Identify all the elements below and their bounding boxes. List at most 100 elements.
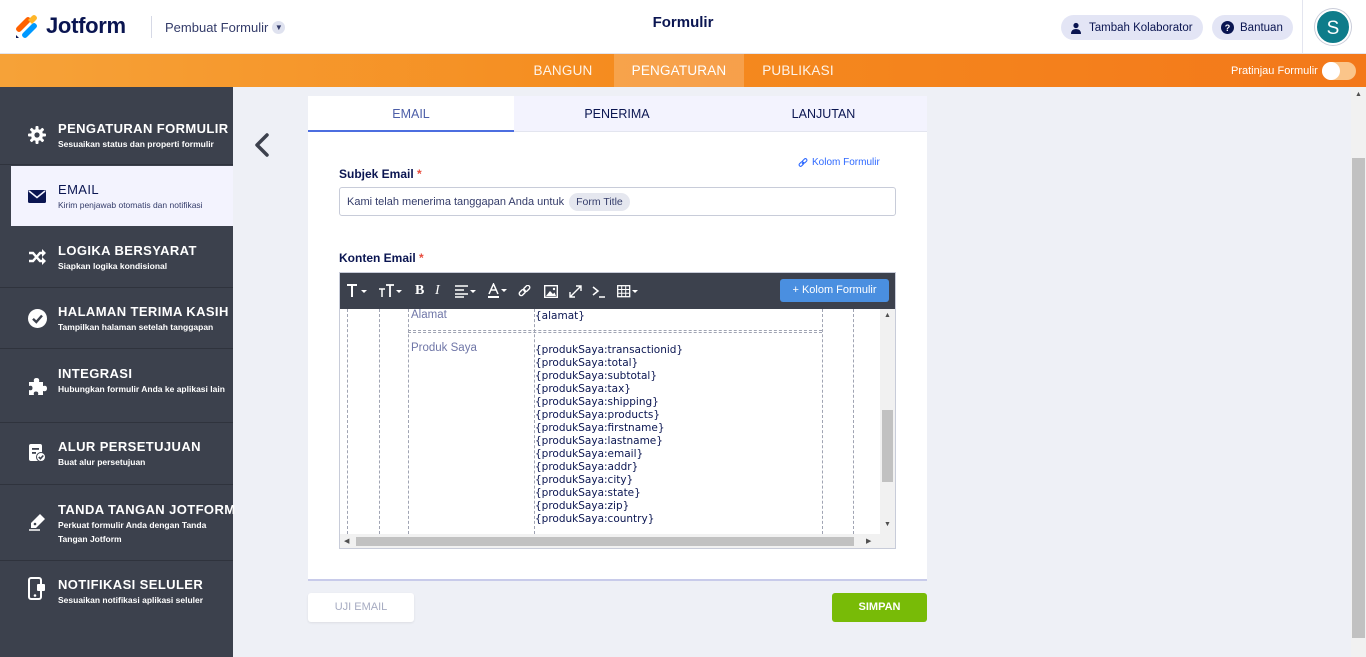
sidebar-item-conditional-logic[interactable]: LOGIKA BERSYARAT Siapkan logika kondisio… [0,227,233,288]
sidebar-item-title: ALUR PERSETUJUAN [58,439,201,454]
field-value: {produkSaya:subtotal} [535,370,658,382]
preview-switch[interactable] [1321,61,1356,80]
tab-advanced[interactable]: LANJUTAN [720,96,927,132]
page-scrollbar[interactable]: ▲ [1351,87,1366,657]
sidebar-item-mobile-notifications[interactable]: NOTIFIKASI SELULER Sesuaikan notifikasi … [0,561,233,623]
required-mark: * [417,167,422,181]
form-preview-label: Pratinjau Formulir [1231,64,1318,77]
form-preview-toggle[interactable]: Pratinjau Formulir [1231,54,1356,87]
sidebar-item-title: EMAIL [58,182,100,197]
tab-build[interactable]: BANGUN [520,54,606,87]
field-value: {produkSaya:lastname} [535,435,663,447]
field-value: {produkSaya:total} [535,357,639,369]
scroll-right-icon[interactable]: ▶ [866,537,871,545]
add-collaborator-button[interactable]: Tambah Kolaborator [1061,15,1203,40]
scroll-left-icon[interactable]: ◀ [344,537,349,545]
header-divider [151,16,152,38]
sidebar-item-desc: Siapkan logika kondisional [58,261,168,271]
scroll-thumb[interactable] [1352,158,1365,638]
editor-vertical-scrollbar[interactable]: ▲ ▼ [880,309,895,534]
scroll-up-icon[interactable]: ▲ [884,312,891,319]
scroll-thumb[interactable] [356,537,854,546]
sidebar-item-jotform-sign[interactable]: TANDA TANGAN JOTFORM Perkuat formulir An… [0,485,235,561]
envelope-icon [27,186,47,206]
builder-dropdown[interactable]: Pembuat Formulir ▼ [165,20,286,35]
content-label: Konten Email * [339,251,424,265]
test-email-button[interactable]: UJI EMAIL [308,593,414,622]
editor-content-area[interactable]: Alamat {alamat} Produk Saya {produkSaya:… [340,309,880,534]
sidebar-item-title: PENGATURAN FORMULIR [58,121,229,136]
scroll-down-icon[interactable]: ▼ [884,521,891,528]
avatar[interactable]: S [1315,9,1351,45]
field-value: {produkSaya:products} [535,409,661,421]
field-value: {produkSaya:country} [535,513,655,525]
brand-name: Jotform [46,13,126,38]
italic-icon[interactable]: I [435,283,440,299]
fullscreen-icon[interactable] [569,283,582,299]
save-button[interactable]: SIMPAN [832,593,927,622]
field-value: {produkSaya:email} [535,448,644,460]
form-title-tag[interactable]: Form Title [569,192,630,211]
subject-label-text: Subjek Email [339,167,414,181]
tab-publish[interactable]: PUBLIKASI [752,54,844,87]
help-button[interactable]: ? Bantuan [1212,15,1293,40]
field-label-products: Produk Saya [411,342,477,354]
settings-sidebar: PENGATURAN FORMULIR Sesuaikan status dan… [0,87,235,657]
field-value: {produkSaya:transactionid} [535,344,684,356]
jotform-logo-icon [16,15,37,38]
font-color-button[interactable] [487,283,509,299]
builder-dropdown-label: Pembuat Formulir [165,20,269,35]
scroll-up-icon[interactable]: ▲ [1355,91,1362,98]
content-label-text: Konten Email [339,251,416,265]
email-settings-panel: EMAIL PENERIMA LANJUTAN Kolom Formulir S… [308,96,927,581]
back-arrow-icon[interactable] [252,133,272,157]
mobile-icon [27,577,47,600]
sidebar-item-title: NOTIFIKASI SELULER [58,577,204,592]
field-value: {produkSaya:firstname} [535,422,665,434]
table-border [853,309,854,534]
sidebar-item-title: HALAMAN TERIMA KASIH [58,304,229,319]
bold-icon[interactable]: B [415,283,424,299]
font-size-button[interactable] [378,283,404,299]
sidebar-item-form-settings[interactable]: PENGATURAN FORMULIR Sesuaikan status dan… [0,87,233,165]
code-icon[interactable] [592,283,606,299]
table-border [347,309,348,534]
tab-email[interactable]: EMAIL [308,96,514,132]
svg-text:?: ? [1224,23,1230,33]
table-border [379,309,380,534]
form-fields-link[interactable]: Kolom Formulir [798,157,880,168]
align-button[interactable] [454,283,478,299]
font-color-icon [488,283,507,298]
user-icon [1069,21,1083,35]
sidebar-item-integrations[interactable]: INTEGRASI Hubungkan formulir Anda ke apl… [0,349,233,423]
sidebar-item-title: LOGIKA BERSYARAT [58,243,197,258]
question-icon: ? [1220,21,1234,35]
sidebar-item-approval-flow[interactable]: ALUR PERSETUJUAN Buat alur persetujuan [0,423,233,485]
scroll-thumb[interactable] [882,410,893,482]
sidebar-item-desc: Hubungkan formulir Anda ke aplikasi lain [58,384,225,394]
tab-settings[interactable]: PENGATURAN [614,54,744,87]
insert-form-field-button[interactable]: + Kolom Formulir [780,279,889,302]
table-button[interactable] [617,283,639,299]
sidebar-item-desc: Sesuaikan notifikasi aplikasi seluler [58,595,204,605]
font-family-button[interactable] [346,283,370,299]
sidebar-item-email[interactable]: EMAIL Kirim penjawab otomatis dan notifi… [11,166,233,226]
image-icon[interactable] [544,283,558,299]
top-header: Jotform Pembuat Formulir ▼ Formulir Tamb… [0,0,1366,54]
jotform-logo[interactable]: Jotform [14,13,126,39]
sidebar-item-desc: Buat alur persetujuan [58,457,146,467]
email-subject-input[interactable]: Kami telah menerima tanggapan Anda untuk… [339,187,896,216]
font-icon [347,284,367,297]
sidebar-item-title: INTEGRASI [58,366,133,381]
editor-horizontal-scrollbar[interactable]: ◀ ▶ [340,534,895,548]
field-value: {produkSaya:zip} [535,500,630,512]
tab-recipients[interactable]: PENERIMA [514,96,720,132]
sidebar-item-thank-you-page[interactable]: HALAMAN TERIMA KASIH Tampilkan halaman s… [0,288,233,349]
table-border [408,309,409,534]
field-value: {produkSaya:city} [535,474,634,486]
gear-icon [27,125,47,145]
form-fields-link-label: Kolom Formulir [812,157,880,168]
link-icon[interactable] [518,283,531,299]
panel-tabs: EMAIL PENERIMA LANJUTAN [308,96,927,132]
pen-icon [27,512,47,532]
